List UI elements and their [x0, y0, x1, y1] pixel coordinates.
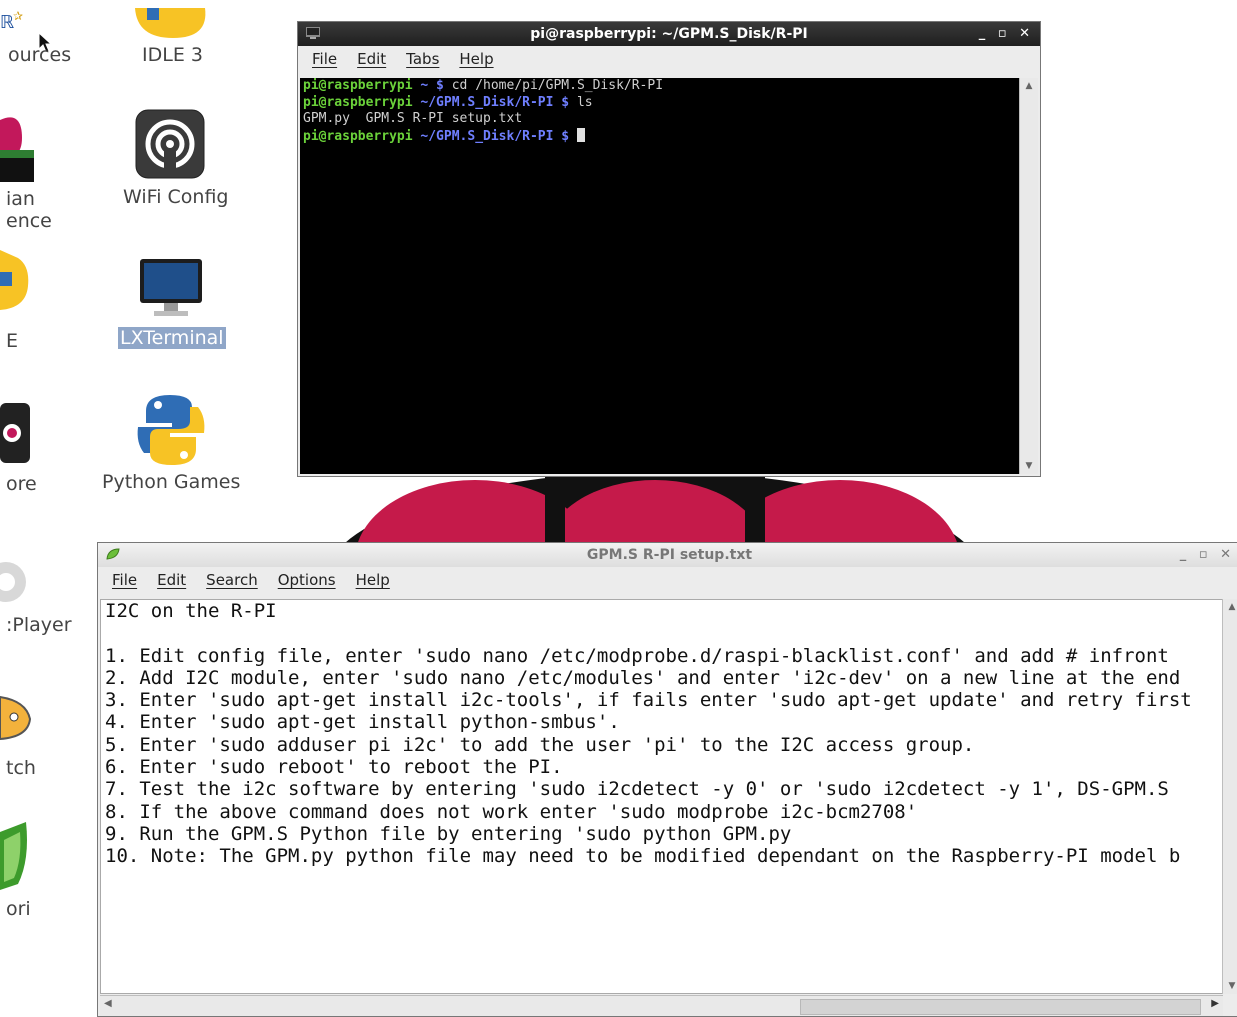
window-controls[interactable]: _ ▫ ✕ [979, 22, 1034, 46]
menu-tabs[interactable]: Tabs [406, 50, 439, 68]
terminal-line: pi@raspberrypi ~/GPM.S_Disk/R-PI $ [300, 127, 1020, 146]
menu-file[interactable]: File [312, 50, 337, 68]
text-line: 8. If the above command does not work en… [105, 800, 918, 823]
menu-help[interactable]: Help [356, 571, 390, 589]
menu-options[interactable]: Options [278, 571, 336, 589]
scrollbar-thumb[interactable] [800, 999, 1201, 1015]
terminal-line: GPM.py GPM.S R-PI setup.txt [303, 111, 523, 126]
desktop-icon-label: LXTerminal [118, 327, 226, 349]
terminal-title: pi@raspberrypi: ~/GPM.S_Disk/R-PI [530, 26, 808, 42]
editor-titlebar[interactable]: GPM.S R-PI setup.txt _ ▫ ✕ [98, 543, 1237, 567]
terminal-titlebar[interactable]: pi@raspberrypi: ~/GPM.S_Disk/R-PI _ ▫ ✕ [298, 22, 1040, 46]
terminal-window[interactable]: pi@raspberrypi: ~/GPM.S_Disk/R-PI _ ▫ ✕ … [297, 21, 1041, 477]
debian-reference-icon [0, 117, 34, 182]
text-line: 9. Run the GPM.S Python file by entering… [105, 822, 792, 845]
scroll-down-icon[interactable]: ▼ [1223, 978, 1237, 994]
scroll-up-icon[interactable]: ▲ [1223, 599, 1237, 615]
desktop-icon-label: E [6, 330, 19, 352]
leafpad-icon [106, 548, 120, 560]
terminal-output[interactable]: pi@raspberrypi ~ $ cd /home/pi/GPM.S_Dis… [300, 78, 1020, 474]
desktop-icon-label: ources [8, 44, 72, 66]
terminal-menubar: File Edit Tabs Help [298, 46, 1040, 72]
menu-search[interactable]: Search [206, 571, 258, 589]
desktop-icon-label: ian [6, 188, 35, 210]
window-controls[interactable]: _ ▫ ✕ [1180, 543, 1235, 567]
editor-vertical-scrollbar[interactable]: ▲ ▼ [1222, 599, 1237, 994]
wifi-config-icon [135, 109, 205, 179]
editor-window[interactable]: GPM.S R-PI setup.txt _ ▫ ✕ File Edit Sea… [97, 542, 1237, 1017]
editor-menubar: File Edit Search Options Help [98, 567, 1237, 593]
desktop-icon-epiphany[interactable]: ori [0, 820, 90, 930]
scroll-left-icon[interactable]: ◀ [104, 998, 112, 1009]
desktop-icon-resources[interactable]: ℝ ✰ ources [0, 0, 90, 70]
text-line: I2C on the R-PI [105, 600, 277, 622]
desktop-icon-label: WiFi Config [123, 186, 229, 208]
desktop-icon-lxterminal[interactable]: LXTerminal [115, 255, 235, 360]
desktop-icon-label: IDLE 3 [142, 44, 203, 66]
menu-edit[interactable]: Edit [157, 571, 186, 589]
text-line: 6. Enter 'sudo reboot' to reboot the PI. [105, 756, 563, 779]
resources-icon: ℝ ✰ [0, 9, 23, 33]
desktop-icon-idle3[interactable]: IDLE 3 [115, 0, 230, 70]
terminal-icon [306, 27, 320, 39]
text-line: 5. Enter 'sudo adduser pi i2c' to add th… [105, 733, 975, 756]
desktop-icon-label: ore [6, 473, 37, 495]
desktop-icon-debian-reference[interactable]: ian ence [0, 110, 90, 235]
desktop-icon-idle[interactable]: E [0, 250, 90, 355]
terminal-line: pi@raspberrypi ~/GPM.S_Disk/R-PI $ ls [303, 94, 593, 110]
browser-icon [0, 822, 27, 890]
desktop-icon-label: Python Games [102, 471, 241, 493]
text-line: 7. Test the i2c software by entering 'su… [105, 778, 1169, 801]
svg-text:✰: ✰ [13, 9, 23, 23]
desktop-icon-wifi-config[interactable]: WiFi Config [115, 108, 235, 213]
scratch-cat-icon [0, 695, 32, 741]
python-icon [0, 250, 29, 310]
gear-icon [0, 562, 26, 602]
scroll-right-icon[interactable]: ▶ [1211, 998, 1219, 1009]
terminal-scrollbar[interactable]: ▲ ▼ [1019, 78, 1038, 474]
editor-title: GPM.S R-PI setup.txt [586, 547, 753, 563]
desktop-icon-label: :Player [6, 614, 72, 636]
menu-edit[interactable]: Edit [357, 50, 386, 68]
editor-horizontal-scrollbar[interactable]: ◀ ▶ [100, 995, 1223, 1016]
menu-file[interactable]: File [112, 571, 137, 589]
desktop-icon-label: ence [6, 210, 52, 232]
menu-help[interactable]: Help [459, 50, 493, 68]
desktop-icon-scratch[interactable]: tch [0, 685, 90, 785]
editor-text-area[interactable]: I2C on the R-PI 1. Edit config file, ent… [100, 599, 1223, 994]
text-line: 2. Add I2C module, enter 'sudo nano /etc… [105, 666, 1181, 689]
raspberry-wallpaper-logo [300, 470, 1020, 550]
text-line: 3. Enter 'sudo apt-get install i2c-tools… [105, 689, 1192, 712]
raspberry-icon [338, 470, 972, 550]
text-cursor [576, 127, 585, 142]
desktop-icon-label: tch [6, 757, 36, 779]
pi-store-icon [0, 403, 30, 463]
text-line: 4. Enter 'sudo apt-get install python-sm… [105, 711, 620, 734]
python-icon [137, 395, 205, 465]
python-icon [135, 8, 206, 38]
terminal-line: pi@raspberrypi ~ $ cd /home/pi/GPM.S_Dis… [303, 78, 664, 93]
text-line: 1. Edit config file, enter 'sudo nano /e… [105, 644, 1169, 667]
text-line: 10. Note: The GPM.py python file may nee… [105, 845, 1181, 868]
monitor-icon [140, 259, 202, 316]
text-line [101, 622, 1222, 644]
desktop-icon-pi-store[interactable]: ore [0, 395, 90, 500]
scroll-down-icon[interactable]: ▼ [1020, 458, 1038, 474]
desktop-icon-omxplayer[interactable]: :Player [0, 550, 90, 645]
desktop-icon-python-games[interactable]: Python Games [100, 393, 245, 498]
scroll-up-icon[interactable]: ▲ [1020, 78, 1038, 94]
desktop-icon-label: ori [6, 898, 31, 920]
